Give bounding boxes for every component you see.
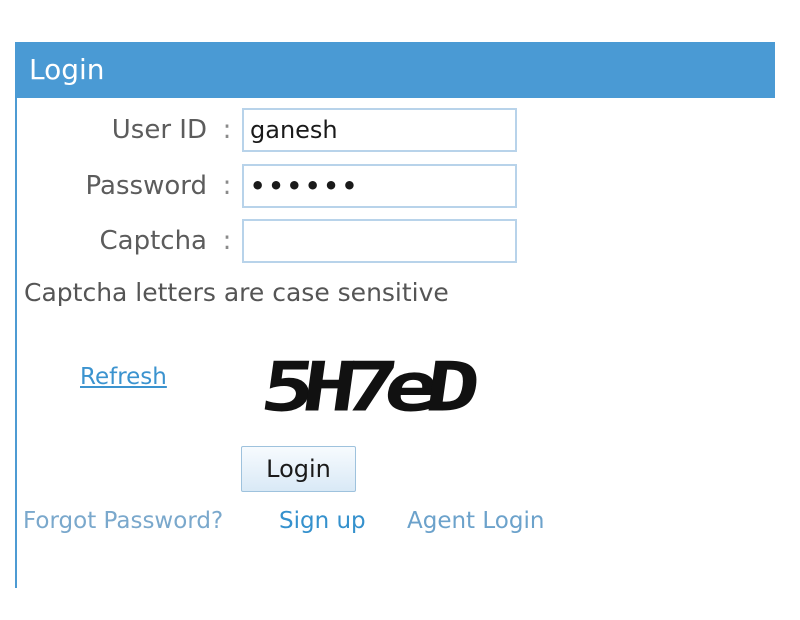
user-id-input[interactable] bbox=[242, 108, 517, 152]
captcha-colon: : bbox=[222, 226, 232, 256]
login-button[interactable]: Login bbox=[241, 446, 356, 492]
login-panel: Login User ID : Password : Captcha : Cap… bbox=[15, 42, 775, 588]
captcha-hint: Captcha letters are case sensitive bbox=[24, 278, 449, 307]
captcha-image: 5H7eD bbox=[264, 332, 494, 418]
captcha-label: Captcha bbox=[99, 226, 208, 256]
user-id-label: User ID bbox=[111, 115, 207, 145]
captcha-input[interactable] bbox=[242, 219, 517, 263]
forgot-password-link[interactable]: Forgot Password? bbox=[23, 508, 223, 534]
user-id-colon: : bbox=[222, 115, 232, 145]
panel-title: Login bbox=[15, 42, 775, 98]
captcha-text: 5H7eD bbox=[264, 347, 482, 418]
refresh-captcha-link[interactable]: Refresh bbox=[80, 364, 167, 390]
password-colon: : bbox=[222, 171, 232, 201]
sign-up-link[interactable]: Sign up bbox=[279, 508, 366, 534]
password-label: Password bbox=[85, 171, 207, 201]
password-input[interactable] bbox=[242, 164, 517, 208]
agent-login-link[interactable]: Agent Login bbox=[407, 508, 544, 534]
